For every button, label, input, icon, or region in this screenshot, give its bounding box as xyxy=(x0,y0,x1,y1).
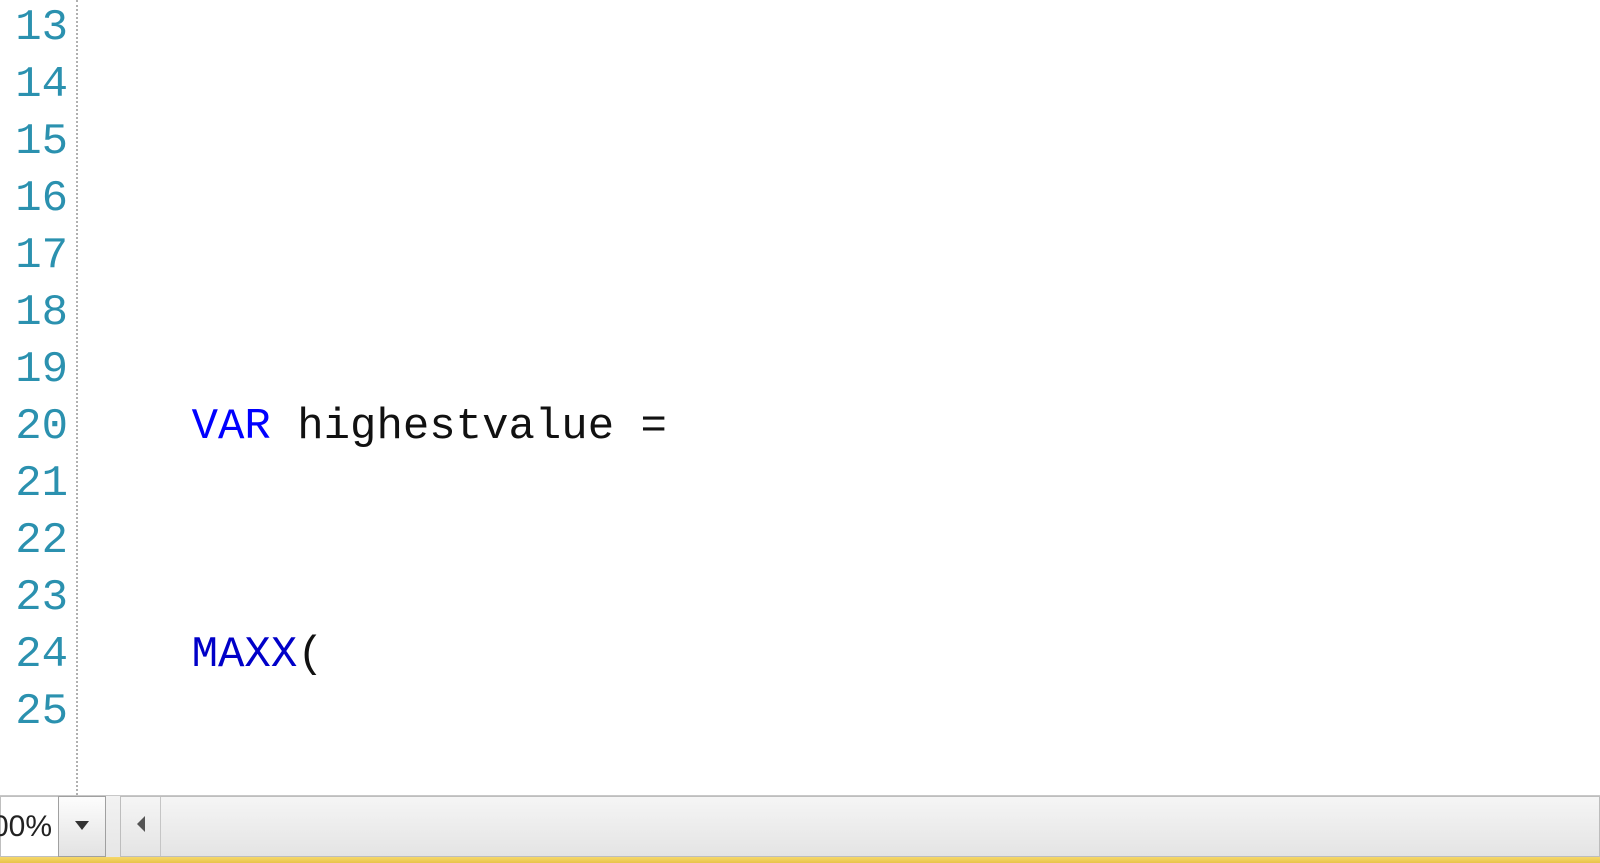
line-number: 15 xyxy=(15,114,68,171)
line-number: 21 xyxy=(15,456,68,513)
identifier: highestvalue xyxy=(297,402,614,452)
code-line[interactable]: MAXX( xyxy=(86,627,1600,684)
horizontal-scrollbar[interactable] xyxy=(120,796,1600,857)
line-number: 19 xyxy=(15,342,68,399)
zoom-level-input[interactable]: 00% xyxy=(0,796,58,857)
dax-editor: 13 14 15 16 17 18 19 20 21 22 23 24 25 V… xyxy=(0,0,1600,863)
chevron-down-icon xyxy=(73,818,91,836)
scrollbar-track[interactable] xyxy=(161,797,1599,856)
line-number: 14 xyxy=(15,57,68,114)
editor-footer: 00% xyxy=(0,795,1600,857)
function-maxx: MAXX xyxy=(192,630,298,680)
line-number: 18 xyxy=(15,285,68,342)
scroll-left-button[interactable] xyxy=(121,797,161,856)
line-number: 22 xyxy=(15,513,68,570)
line-number: 25 xyxy=(15,684,68,741)
line-number: 17 xyxy=(15,228,68,285)
zoom-dropdown-button[interactable] xyxy=(58,796,106,857)
line-number: 20 xyxy=(15,399,68,456)
code-line[interactable] xyxy=(86,171,1600,228)
line-number: 24 xyxy=(15,627,68,684)
code-area[interactable]: 13 14 15 16 17 18 19 20 21 22 23 24 25 V… xyxy=(0,0,1600,795)
line-number: 13 xyxy=(15,0,68,57)
line-number-gutter: 13 14 15 16 17 18 19 20 21 22 23 24 25 xyxy=(0,0,78,795)
keyword-var: VAR xyxy=(192,402,271,452)
code-content[interactable]: VAR highestvalue = MAXX( ALLSELECTED( __… xyxy=(78,0,1600,795)
bottom-accent-strip xyxy=(0,857,1600,863)
chevron-left-icon xyxy=(134,814,148,839)
code-line[interactable]: VAR highestvalue = xyxy=(86,399,1600,456)
zoom-value: 00% xyxy=(0,810,52,844)
line-number: 23 xyxy=(15,570,68,627)
line-number: 16 xyxy=(15,171,68,228)
